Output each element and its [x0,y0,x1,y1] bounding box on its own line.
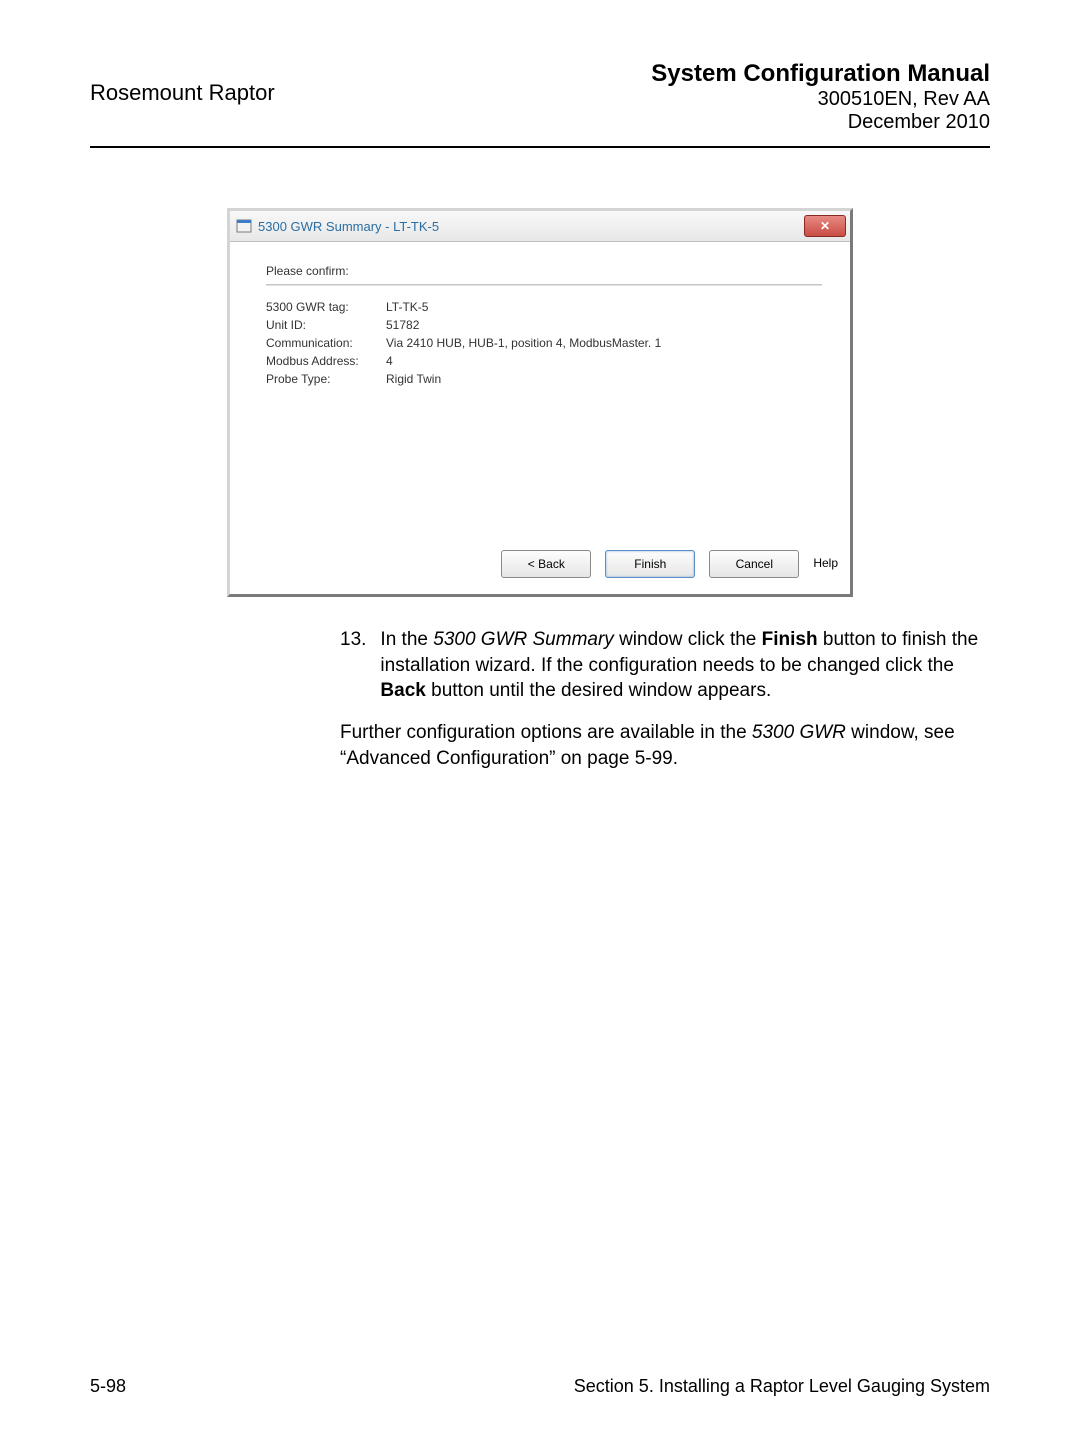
probe-type-label: Probe Type: [266,372,386,386]
further-em: 5300 GWR [752,722,846,743]
summary-dialog: 5300 GWR Summary - LT-TK-5 ✕ Please conf… [227,208,853,597]
communication-value: Via 2410 HUB, HUB-1, position 4, ModbusM… [386,336,822,350]
communication-label: Communication: [266,336,386,350]
step-bold-finish: Finish [762,629,818,650]
app-icon [236,218,252,234]
section-title: Section 5. Installing a Raptor Level Gau… [574,1376,990,1397]
date-line: December 2010 [651,111,990,134]
step-pre: In the [380,629,433,650]
header-rule [90,146,990,148]
dialog-title: 5300 GWR Summary - LT-TK-5 [258,219,439,234]
further-text: Further configuration options are availa… [340,720,990,771]
help-button[interactable]: Help [813,550,838,576]
close-icon: ✕ [820,220,830,232]
step-post: button until the desired window appears. [426,680,771,701]
finish-button[interactable]: Finish [605,550,695,578]
probe-type-value: Rigid Twin [386,372,822,386]
step-em-summary: 5300 GWR Summary [433,629,614,650]
product-name: Rosemount Raptor [90,60,275,106]
step-text: In the 5300 GWR Summary window click the… [380,627,990,704]
tag-label: 5300 GWR tag: [266,300,386,314]
cancel-button[interactable]: Cancel [709,550,799,578]
back-button[interactable]: < Back [501,550,591,578]
close-button[interactable]: ✕ [804,215,846,237]
further-pre: Further configuration options are availa… [340,722,752,743]
step-mid1: window click the [614,629,762,650]
unit-id-label: Unit ID: [266,318,386,332]
modbus-label: Modbus Address: [266,354,386,368]
step-bold-back: Back [380,680,425,701]
confirm-rule [266,284,822,286]
revision-line: 300510EN, Rev AA [651,88,990,111]
manual-title: System Configuration Manual [651,60,990,88]
modbus-value: 4 [386,354,822,368]
step-number: 13. [340,627,366,704]
dialog-titlebar: 5300 GWR Summary - LT-TK-5 ✕ [230,211,850,242]
confirm-label: Please confirm: [266,264,822,278]
tag-value: LT-TK-5 [386,300,822,314]
step-13: 13. In the 5300 GWR Summary window click… [340,627,990,704]
unit-id-value: 51782 [386,318,822,332]
page-number: 5-98 [90,1376,126,1397]
